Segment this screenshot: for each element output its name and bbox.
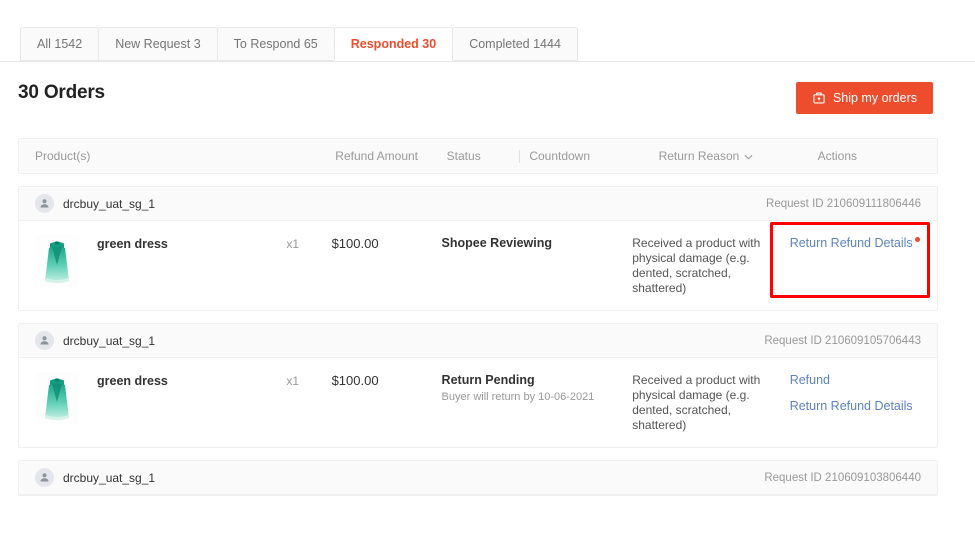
order-row: green dress x1 $100.00 Return Pending Buyer … bbox=[19, 358, 937, 447]
request-id: Request ID 210609103806440 bbox=[764, 471, 921, 484]
ship-my-orders-button[interactable]: Ship my orders bbox=[795, 82, 933, 114]
buyer-name[interactable]: drcbuy_uat_sg_1 bbox=[63, 471, 155, 485]
orders-list: drcbuy_uat_sg_1 Request ID 21060911180644… bbox=[18, 186, 938, 496]
order-card-header: drcbuy_uat_sg_1 Request ID 21060910380644… bbox=[19, 461, 937, 495]
refund-amount: $100.00 bbox=[331, 236, 379, 251]
actions-cell: Refund Return Refund Details bbox=[790, 372, 937, 413]
user-avatar-icon bbox=[35, 331, 54, 350]
tab-label: Completed 1444 bbox=[469, 37, 561, 51]
order-card: drcbuy_uat_sg_1 Request ID 21060910380644… bbox=[18, 460, 938, 496]
column-header-return-reason: Return Reason bbox=[659, 149, 818, 163]
status-cell: Return Pending Buyer will return by 10-06… bbox=[442, 372, 633, 403]
product-cell: green dress bbox=[19, 235, 286, 287]
return-reason-filter[interactable]: Return Reason bbox=[659, 149, 754, 163]
tab-3[interactable]: Responded 30 bbox=[333, 27, 454, 61]
tab-label: To Respond 65 bbox=[233, 37, 318, 51]
status-text: Return Pending bbox=[441, 373, 535, 387]
column-header-status: Status bbox=[446, 149, 481, 163]
ship-my-orders-label: Ship my orders bbox=[832, 91, 917, 105]
buyer-name[interactable]: drcbuy_uat_sg_1 bbox=[63, 334, 155, 348]
page-header: 30 Orders Ship my orders bbox=[0, 76, 975, 124]
column-header-refund-amount: Refund Amount bbox=[335, 149, 419, 163]
unread-badge-dot bbox=[914, 236, 920, 242]
column-header-countdown: Countdown bbox=[529, 149, 591, 163]
refund-amount: $100.00 bbox=[331, 373, 379, 388]
green-dress-image bbox=[35, 372, 79, 424]
countdown-text: Buyer will return by 10-06-2021 bbox=[441, 391, 595, 403]
action-link-label: Refund bbox=[789, 373, 830, 387]
status-text: Shopee Reviewing bbox=[441, 236, 552, 250]
order-card: drcbuy_uat_sg_1 Request ID 21060910570644… bbox=[18, 323, 938, 448]
product-name[interactable]: green dress bbox=[97, 372, 168, 388]
request-id: Request ID 210609111806446 bbox=[766, 197, 921, 210]
action-link[interactable]: Return Refund Details bbox=[790, 399, 913, 413]
product-thumbnail[interactable] bbox=[35, 235, 79, 287]
return-reason-text: Received a product with physical damage … bbox=[632, 373, 761, 432]
column-header-actions: Actions bbox=[817, 149, 858, 163]
order-card-header: drcbuy_uat_sg_1 Request ID 21060911180644… bbox=[19, 187, 937, 221]
column-divider bbox=[519, 149, 521, 163]
product-quantity: x1 bbox=[286, 374, 300, 388]
product-name[interactable]: green dress bbox=[97, 235, 168, 251]
action-link[interactable]: Refund bbox=[790, 373, 830, 387]
actions-cell: Return Refund Details bbox=[790, 235, 937, 250]
table-header-row: Product(s) Refund Amount Status Countdow… bbox=[18, 138, 938, 174]
order-card: drcbuy_uat_sg_1 Request ID 21060911180644… bbox=[18, 186, 938, 311]
return-reason-label: Return Reason bbox=[658, 149, 740, 163]
column-header-product: Product(s) bbox=[35, 149, 91, 163]
tab-label: New Request 3 bbox=[115, 37, 201, 51]
shipping-box-icon bbox=[812, 91, 826, 105]
action-link-label: Return Refund Details bbox=[789, 399, 913, 413]
chevron-down-icon bbox=[744, 149, 753, 163]
return-refund-orders-page: All 1542 New Request 3 To Respond 65 Respon… bbox=[0, 0, 975, 535]
tab-label: Responded 30 bbox=[350, 37, 437, 51]
green-dress-image bbox=[35, 235, 79, 287]
page-title: 30 Orders bbox=[18, 82, 105, 103]
order-row: green dress x1 $100.00 Shopee Reviewing Rece… bbox=[19, 221, 937, 310]
request-id: Request ID 210609105706443 bbox=[764, 334, 921, 347]
tab-label: All 1542 bbox=[37, 37, 83, 51]
return-reason-text: Received a product with physical damage … bbox=[632, 236, 761, 295]
action-link[interactable]: Return Refund Details bbox=[790, 236, 920, 250]
buyer-name[interactable]: drcbuy_uat_sg_1 bbox=[63, 197, 155, 211]
status-cell: Shopee Reviewing bbox=[442, 235, 633, 250]
order-card-header: drcbuy_uat_sg_1 Request ID 21060910570644… bbox=[19, 324, 937, 358]
order-status-tabs: All 1542 New Request 3 To Respond 65 Respon… bbox=[0, 24, 975, 62]
orders-table: Product(s) Refund Amount Status Countdow… bbox=[18, 138, 938, 496]
product-quantity: x1 bbox=[286, 237, 300, 251]
user-avatar-icon bbox=[35, 468, 54, 487]
product-cell: green dress bbox=[19, 372, 286, 424]
tab-0[interactable]: All 1542 bbox=[20, 27, 100, 61]
tab-2[interactable]: To Respond 65 bbox=[216, 27, 335, 61]
tab-1[interactable]: New Request 3 bbox=[98, 27, 218, 61]
user-avatar-icon bbox=[35, 194, 54, 213]
action-link-label: Return Refund Details bbox=[789, 236, 913, 250]
tab-4[interactable]: Completed 1444 bbox=[452, 27, 578, 61]
product-thumbnail[interactable] bbox=[35, 372, 79, 424]
